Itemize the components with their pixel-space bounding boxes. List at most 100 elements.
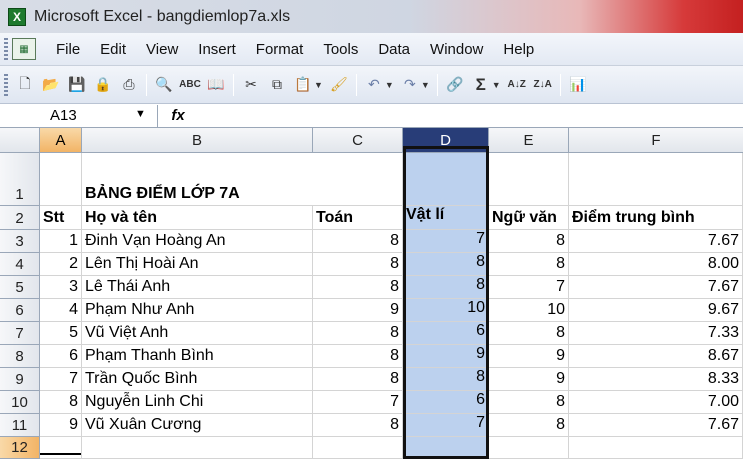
column-header-c[interactable]: C (313, 128, 403, 153)
menu-help[interactable]: Help (493, 33, 544, 66)
menu-view[interactable]: View (136, 33, 188, 66)
table-cell[interactable]: 6 (40, 345, 82, 368)
cell-d1[interactable] (403, 153, 489, 206)
table-cell[interactable]: 8 (40, 391, 82, 414)
menu-data[interactable]: Data (368, 33, 420, 66)
menu-grip-handle[interactable] (4, 38, 8, 60)
sort-descending-icon[interactable]: Z↓A (532, 73, 554, 97)
format-painter-icon[interactable]: 🖌 (328, 73, 350, 97)
table-cell[interactable]: Đinh Vạn Hoàng An (82, 230, 313, 253)
menu-format[interactable]: Format (246, 33, 314, 66)
row-header[interactable]: 7 (0, 322, 40, 345)
name-box-dropdown-icon[interactable]: ▼ (135, 108, 146, 120)
table-cell[interactable]: 2 (40, 253, 82, 276)
table-cell[interactable]: 8 (313, 368, 403, 391)
research-icon[interactable]: 📖 (205, 73, 227, 97)
table-cell[interactable]: Lê Thái Anh (82, 276, 313, 299)
table-cell[interactable]: 10 (403, 299, 489, 322)
menu-window[interactable]: Window (420, 33, 493, 66)
column-header-f[interactable]: F (569, 128, 743, 153)
new-icon[interactable]: 🗋 (14, 73, 36, 97)
cell-e1[interactable] (489, 153, 569, 206)
row-header[interactable]: 8 (0, 345, 40, 368)
table-cell[interactable]: 8.67 (569, 345, 743, 368)
print-icon[interactable]: ⎙ (118, 73, 140, 97)
table-cell[interactable]: 1 (40, 230, 82, 253)
header-cell-name[interactable]: Họ và tên (82, 206, 313, 230)
table-cell[interactable]: 7.67 (569, 414, 743, 437)
menu-edit[interactable]: Edit (90, 33, 136, 66)
header-cell-average[interactable]: Điểm trung bình (569, 206, 743, 230)
cell-c1[interactable] (313, 153, 403, 206)
row-header[interactable]: 1 (0, 153, 40, 206)
row-header[interactable]: 6 (0, 299, 40, 322)
formula-input[interactable] (198, 105, 743, 127)
save-icon[interactable]: 💾 (66, 73, 88, 97)
row-header[interactable]: 3 (0, 230, 40, 253)
permission-icon[interactable]: 🔒 (92, 73, 114, 97)
name-box[interactable]: A13 ▼ (0, 104, 158, 127)
table-cell[interactable]: 8 (313, 230, 403, 253)
table-cell[interactable]: Phạm Như Anh (82, 299, 313, 322)
table-cell[interactable]: Lên Thị Hoài An (82, 253, 313, 276)
table-cell[interactable]: 9 (403, 345, 489, 368)
open-icon[interactable]: 📂 (40, 73, 62, 97)
table-cell[interactable]: 7.00 (569, 391, 743, 414)
active-cell-a13[interactable] (40, 453, 81, 459)
table-cell[interactable]: 8.33 (569, 368, 743, 391)
menu-file[interactable]: File (46, 33, 90, 66)
table-cell[interactable]: Nguyễn Linh Chi (82, 391, 313, 414)
cell-b12[interactable] (82, 437, 313, 459)
sort-ascending-icon[interactable]: A↓Z (506, 73, 528, 97)
table-cell[interactable]: 8 (403, 368, 489, 391)
table-cell[interactable]: Trần Quốc Bình (82, 368, 313, 391)
header-cell-literature[interactable]: Ngữ văn (489, 206, 569, 230)
undo-icon[interactable]: ↶ (363, 73, 385, 97)
table-cell[interactable]: Vũ Xuân Cương (82, 414, 313, 437)
menu-insert[interactable]: Insert (188, 33, 246, 66)
column-header-d[interactable]: D (403, 128, 489, 153)
table-cell[interactable]: 8 (403, 276, 489, 299)
table-cell[interactable]: 8 (313, 253, 403, 276)
table-cell[interactable]: 9 (489, 345, 569, 368)
table-cell[interactable]: 6 (403, 322, 489, 345)
table-cell[interactable]: 5 (40, 322, 82, 345)
table-cell[interactable]: Vũ Việt Anh (82, 322, 313, 345)
paste-icon[interactable]: 📋 (292, 73, 314, 97)
table-cell[interactable]: 7 (40, 368, 82, 391)
table-cell[interactable]: 4 (40, 299, 82, 322)
print-preview-icon[interactable]: 🔍 (153, 73, 175, 97)
menu-tools[interactable]: Tools (313, 33, 368, 66)
table-cell[interactable]: 8 (489, 230, 569, 253)
header-cell-physics[interactable]: Vật lí (403, 206, 489, 230)
table-cell[interactable]: 10 (489, 299, 569, 322)
cut-icon[interactable]: ✂ (240, 73, 262, 97)
table-cell[interactable]: 6 (403, 391, 489, 414)
header-cell-math[interactable]: Toán (313, 206, 403, 230)
workbook-icon[interactable]: ▦ (12, 38, 36, 60)
table-cell[interactable]: 8 (489, 322, 569, 345)
row-header[interactable]: 4 (0, 253, 40, 276)
table-cell[interactable]: 9 (40, 414, 82, 437)
table-cell[interactable]: 3 (40, 276, 82, 299)
insert-function-icon[interactable]: fx (158, 107, 198, 124)
table-cell[interactable]: 7 (403, 230, 489, 253)
cell-a1[interactable] (40, 153, 82, 206)
row-header[interactable]: 10 (0, 391, 40, 414)
table-cell[interactable]: 8 (489, 414, 569, 437)
copy-icon[interactable]: ⧉ (266, 73, 288, 97)
table-cell[interactable]: 9 (489, 368, 569, 391)
chart-wizard-icon[interactable]: 📊 (567, 73, 589, 97)
row-header[interactable]: 11 (0, 414, 40, 437)
row-header[interactable]: 9 (0, 368, 40, 391)
table-cell[interactable]: 8 (489, 391, 569, 414)
row-header[interactable]: 2 (0, 206, 40, 230)
row-header[interactable]: 5 (0, 276, 40, 299)
table-cell[interactable]: 8 (489, 253, 569, 276)
toolbar-grip-handle[interactable] (4, 73, 8, 96)
column-header-e[interactable]: E (489, 128, 569, 153)
hyperlink-icon[interactable]: 🔗 (444, 73, 466, 97)
column-header-b[interactable]: B (82, 128, 313, 153)
column-header-a[interactable]: A (40, 128, 82, 153)
table-cell[interactable]: 8 (313, 276, 403, 299)
